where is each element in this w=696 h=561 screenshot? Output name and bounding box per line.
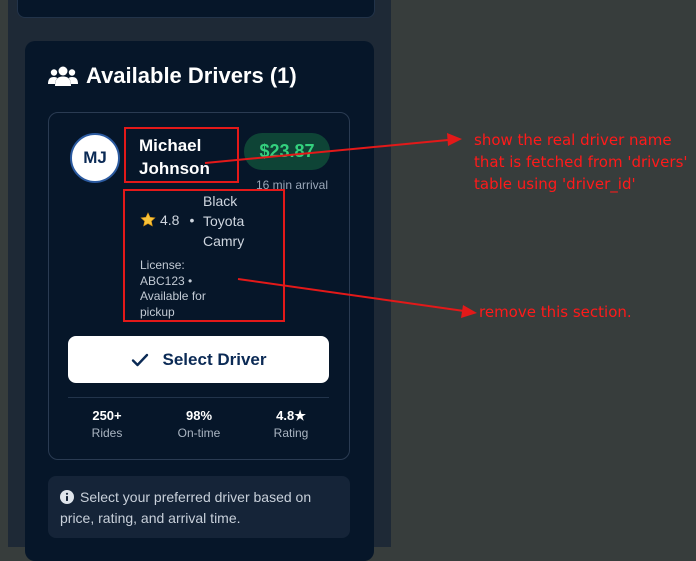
annotation-name-note: show the real driver name that is fetche… [474, 131, 688, 193]
annotation-arrows [204, 133, 477, 318]
annotation-remove-note: remove this section. [479, 303, 632, 321]
